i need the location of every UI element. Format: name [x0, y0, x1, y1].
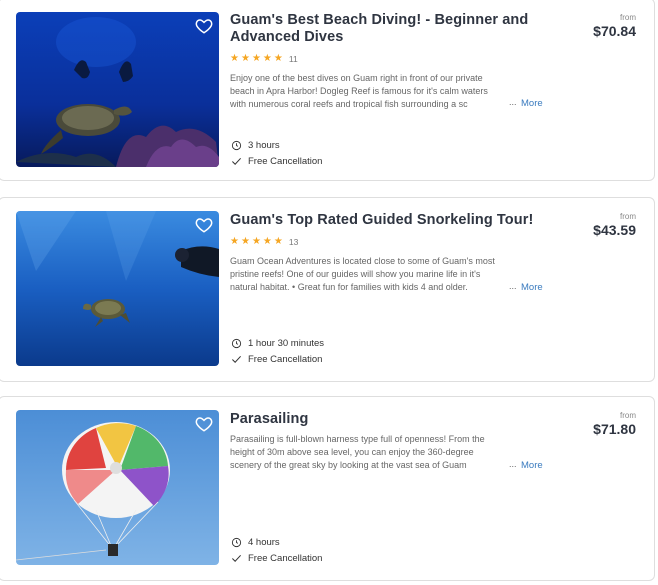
more-link[interactable]: More [521, 460, 543, 471]
star-icon: ★ [240, 236, 250, 247]
listing-card[interactable]: Guam's Top Rated Guided Snorkeling Tour!… [0, 197, 655, 382]
cancellation-text: Free Cancellation [248, 553, 323, 564]
duration: 1 hour 30 minutes [231, 338, 324, 349]
rating-count: 13 [288, 237, 299, 247]
listing-image-snorkeling[interactable] [16, 211, 219, 366]
clock-icon [231, 537, 242, 548]
favorite-heart-icon[interactable] [195, 17, 213, 35]
listing-card[interactable]: Parasailing Parasailing is full-blown ha… [0, 396, 655, 581]
listing-title[interactable]: Guam's Top Rated Guided Snorkeling Tour! [230, 212, 550, 229]
cancellation: Free Cancellation [231, 354, 322, 365]
more-link[interactable]: More [521, 282, 543, 293]
price: $71.80 [593, 421, 636, 437]
rating-stars: ★ ★ ★ ★ ★ 11 [230, 53, 298, 65]
clock-icon [231, 140, 242, 151]
cancellation-text: Free Cancellation [248, 354, 323, 365]
listing-description: Guam Ocean Adventures is located close t… [230, 256, 495, 292]
listing-title[interactable]: Parasailing [230, 411, 530, 428]
cancellation: Free Cancellation [231, 156, 322, 167]
duration: 3 hours [231, 140, 280, 151]
listing-image-parasailing[interactable] [16, 410, 219, 565]
check-icon [232, 355, 241, 363]
from-label: from [620, 411, 636, 420]
duration-text: 1 hour 30 minutes [248, 338, 325, 349]
star-icon: ★ [273, 236, 283, 247]
check-icon [232, 554, 241, 562]
from-label: from [620, 212, 636, 221]
rating-count: 11 [288, 54, 298, 64]
favorite-heart-icon[interactable] [195, 415, 213, 433]
star-icon: ★ [262, 236, 272, 247]
duration: 4 hours [231, 537, 280, 548]
listing-description: Enjoy one of the best dives on Guam righ… [230, 73, 488, 109]
cancellation: Free Cancellation [231, 553, 322, 564]
listing-description: Parasailing is full-blown harness type f… [230, 434, 485, 470]
cancellation-text: Free Cancellation [248, 156, 323, 167]
star-icon: ★ [262, 53, 272, 64]
description-ellipsis: ... [509, 459, 517, 469]
star-icon: ★ [251, 236, 261, 247]
star-icon: ★ [230, 53, 239, 64]
price: $70.84 [593, 23, 636, 39]
star-icon: ★ [230, 236, 239, 247]
rating-stars: ★ ★ ★ ★ ★ 13 [230, 236, 299, 248]
listing-image-diving[interactable] [16, 12, 219, 167]
listing-title[interactable]: Guam's Best Beach Diving! - Beginner and… [230, 12, 530, 46]
star-icon: ★ [251, 53, 261, 64]
star-icon: ★ [273, 53, 283, 64]
listing-card[interactable]: Guam's Best Beach Diving! - Beginner and… [0, 0, 655, 181]
description-ellipsis: ... [509, 281, 517, 291]
duration-text: 4 hours [248, 537, 280, 548]
star-icon: ★ [240, 53, 250, 64]
duration-text: 3 hours [248, 140, 280, 151]
description-ellipsis: ... [509, 97, 517, 107]
more-link[interactable]: More [521, 98, 543, 109]
check-icon [232, 157, 241, 165]
price: $43.59 [593, 222, 636, 238]
from-label: from [620, 13, 636, 22]
clock-icon [231, 338, 242, 349]
favorite-heart-icon[interactable] [195, 216, 213, 234]
